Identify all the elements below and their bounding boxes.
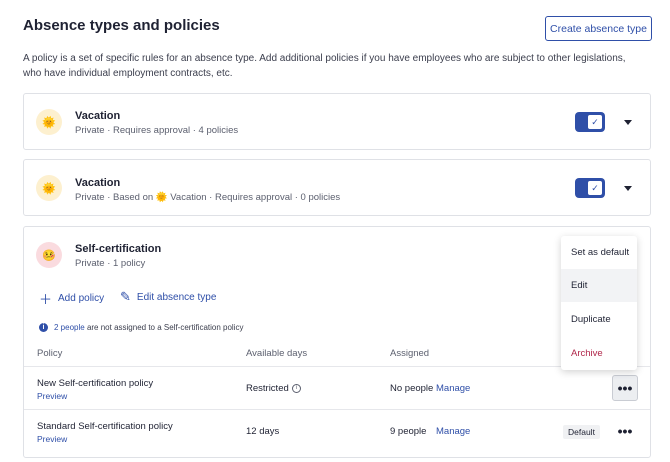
more-options-icon[interactable]: ••• — [612, 375, 638, 401]
page-description: A policy is a set of specific rules for … — [23, 53, 626, 79]
default-badge: Default — [563, 425, 600, 439]
subtitle-suffix: Vacation · Requires approval · 0 policie… — [170, 192, 341, 203]
info-icon[interactable]: i — [291, 383, 301, 393]
unassigned-people-link[interactable]: 2 people — [54, 323, 85, 332]
menu-item-set-as-default[interactable]: Set as default — [561, 236, 637, 269]
sun-emoji-icon: 🌞 — [36, 109, 62, 135]
absence-type-card: 🌞 Vacation Private · Based on 🌞 Vacation… — [23, 159, 651, 216]
more-options-icon[interactable]: ••• — [612, 418, 638, 444]
sun-emoji-icon: 🌞 — [36, 175, 62, 201]
add-policy-button[interactable]: ＋ Add policy — [39, 289, 104, 308]
available-days: Restricted i — [246, 383, 301, 394]
sick-emoji-icon: 🤒 — [36, 242, 62, 268]
policy-actions-menu: Set as default Edit Duplicate Archive — [561, 236, 637, 370]
assigned-count: 9 people — [390, 426, 427, 437]
policy-preview-link[interactable]: Preview — [37, 391, 67, 401]
policy-name: New Self-certification policy — [37, 378, 154, 389]
assigned-count: No people — [390, 383, 434, 394]
chevron-down-icon[interactable] — [624, 186, 632, 191]
absence-type-name: Self-certification — [75, 243, 162, 255]
row-divider — [24, 366, 650, 367]
page-title: Absence types and policies — [23, 17, 220, 34]
add-policy-label: Add policy — [58, 293, 105, 304]
policy-name: Standard Self-certification policy — [37, 421, 173, 432]
sun-emoji-icon: 🌞 — [155, 192, 168, 203]
unassigned-notice: i 2 people are not assigned to a Self-ce… — [39, 323, 243, 332]
check-icon: ✓ — [588, 115, 602, 129]
menu-item-duplicate[interactable]: Duplicate — [561, 303, 637, 336]
absence-type-subtitle: Private · Based on 🌞 Vacation · Requires… — [75, 192, 340, 203]
edit-absence-type-label: Edit absence type — [136, 291, 217, 303]
absence-type-name: Vacation — [75, 177, 121, 189]
edit-absence-type-button[interactable]: ✎ Edit absence type — [120, 289, 216, 305]
manage-link[interactable]: Manage — [436, 383, 470, 394]
absence-type-card-expanded: 🤒 Self-certification Private · 1 policy … — [23, 226, 651, 458]
enabled-toggle[interactable]: ✓ — [575, 112, 605, 132]
edit-icon: ✎ — [120, 289, 131, 304]
check-icon: ✓ — [588, 181, 602, 195]
column-header-policy: Policy — [37, 348, 63, 359]
menu-item-archive[interactable]: Archive — [561, 337, 637, 370]
column-header-available-days: Available days — [246, 348, 308, 359]
notice-text: are not assigned to a Self-certification… — [86, 323, 244, 332]
info-icon: i — [39, 323, 48, 332]
available-days-value: 12 days — [246, 426, 280, 437]
column-header-assigned: Assigned — [390, 348, 430, 359]
create-absence-type-button[interactable]: Create absence type — [545, 16, 652, 41]
policy-preview-link[interactable]: Preview — [37, 434, 67, 444]
row-divider — [24, 409, 650, 410]
enabled-toggle[interactable]: ✓ — [575, 178, 605, 198]
absence-type-subtitle: Private · Requires approval · 4 policies — [75, 125, 239, 136]
absence-type-subtitle: Private · 1 policy — [75, 258, 146, 269]
chevron-down-icon[interactable] — [624, 120, 632, 125]
subtitle-prefix: Private · Based on — [75, 192, 154, 203]
absence-type-name: Vacation — [75, 110, 121, 122]
plus-icon: ＋ — [39, 292, 53, 307]
available-days-value: Restricted — [246, 383, 289, 394]
menu-item-edit[interactable]: Edit — [561, 269, 637, 302]
manage-link[interactable]: Manage — [436, 426, 470, 437]
absence-type-card: 🌞 Vacation Private · Requires approval ·… — [23, 93, 651, 150]
